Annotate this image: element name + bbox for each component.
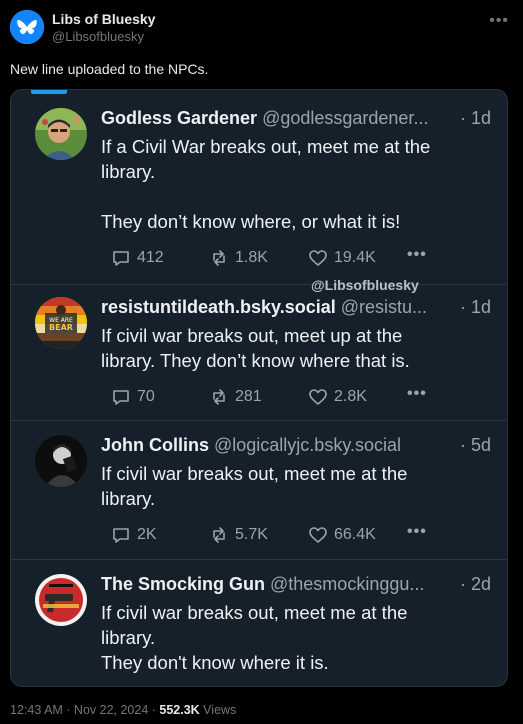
repost-count: 5.7K xyxy=(235,526,268,543)
handle[interactable]: @thesmockinggu... xyxy=(265,574,424,594)
reply-count: 412 xyxy=(137,249,164,266)
views-count: 552.3K xyxy=(159,703,200,717)
action-bar: 2K 5.7K 66.4K ••• xyxy=(101,523,431,545)
avatar[interactable] xyxy=(35,435,87,487)
avatar[interactable] xyxy=(35,108,87,160)
repost-icon xyxy=(213,389,225,405)
handle[interactable]: @resistu... xyxy=(336,297,427,317)
post-timestamp[interactable]: 12:43 AM · Nov 22, 2024 · xyxy=(10,703,159,717)
more-icon[interactable]: ••• xyxy=(407,385,427,403)
avatar-bear-icon: WE ARE BEAR xyxy=(35,297,87,349)
reply-button[interactable]: 2K xyxy=(111,525,157,545)
list-item: The Smocking Gun @thesmockinggu... · 2d … xyxy=(11,560,507,686)
post-body: If civil war breaks out, meet up at the … xyxy=(101,323,487,373)
repost-icon xyxy=(213,527,225,543)
more-icon[interactable]: ••• xyxy=(407,523,427,541)
action-bar: 70 281 2.8K ••• xyxy=(101,385,431,407)
list-item: John Collins @logicallyjc.bsky.social · … xyxy=(11,421,507,560)
like-count: 2.8K xyxy=(334,388,367,405)
post-text: New line uploaded to the NPCs. xyxy=(10,61,209,77)
repost-button[interactable]: 281 xyxy=(209,387,262,407)
avatar[interactable]: WE ARE BEAR xyxy=(35,297,87,349)
text-line: library. They don’t know where that is. xyxy=(101,350,410,371)
post-body: If civil war breaks out, meet me at the … xyxy=(101,461,487,511)
heart-icon xyxy=(309,527,327,543)
reply-icon xyxy=(113,251,129,266)
post-body: If civil war breaks out, meet me at the … xyxy=(101,600,487,675)
text-line: If civil war breaks out, meet up at the xyxy=(101,325,403,346)
display-name[interactable]: The Smocking Gun xyxy=(101,574,265,594)
reply-button[interactable]: 70 xyxy=(111,387,155,407)
repost-button[interactable]: 1.8K xyxy=(209,248,268,268)
post-meta: 12:43 AM · Nov 22, 2024 · 552.3K Views xyxy=(10,703,236,717)
repost-button[interactable]: 5.7K xyxy=(209,525,268,545)
repost-icon xyxy=(213,250,225,266)
reply-icon xyxy=(113,528,129,543)
post-header: Libs of Bluesky @Libsofbluesky ••• xyxy=(10,8,513,48)
avatar-gun-icon xyxy=(35,574,87,626)
avatar[interactable] xyxy=(10,10,44,44)
reply-icon xyxy=(113,390,129,405)
action-bar: 412 1.8K 19.4K ••• xyxy=(101,246,431,268)
like-button[interactable]: 2.8K xyxy=(308,387,367,407)
text-line: If civil war breaks out, meet me at the xyxy=(101,602,408,623)
repost-count: 1.8K xyxy=(235,249,268,266)
timestamp: · 1d xyxy=(455,297,491,318)
more-icon[interactable]: ••• xyxy=(489,12,509,30)
embedded-image[interactable]: Godless Gardener @godlessgardener... · 1… xyxy=(10,89,508,687)
display-name[interactable]: resistuntildeath.bsky.social xyxy=(101,297,336,317)
list-item: Godless Gardener @godlessgardener... · 1… xyxy=(11,90,507,285)
text-line: library. xyxy=(101,161,156,182)
butterfly-icon xyxy=(10,10,44,44)
text-line: They don't know where it is. xyxy=(101,652,329,673)
text-line: library. xyxy=(101,488,156,509)
post-body: If a Civil War breaks out, meet me at th… xyxy=(101,134,487,234)
author-handle[interactable]: @Libsofbluesky xyxy=(52,29,144,44)
like-count: 19.4K xyxy=(334,249,376,266)
handle[interactable]: @logicallyjc.bsky.social xyxy=(209,435,401,455)
avatar-photo-icon xyxy=(35,108,87,160)
like-button[interactable]: 66.4K xyxy=(308,525,376,545)
views-label: Views xyxy=(199,703,237,717)
avatar[interactable] xyxy=(35,574,87,626)
more-icon[interactable]: ••• xyxy=(407,246,427,264)
display-name[interactable]: Godless Gardener xyxy=(101,108,257,128)
text-line: They don’t know where, or what it is! xyxy=(101,211,401,232)
author-name[interactable]: Libs of Bluesky xyxy=(52,11,155,27)
text-line: If a Civil War breaks out, meet me at th… xyxy=(101,136,431,157)
like-count: 66.4K xyxy=(334,526,376,543)
timestamp: · 1d xyxy=(455,108,491,129)
timestamp: · 5d xyxy=(455,435,491,456)
text-line-blank xyxy=(101,184,487,209)
reply-button[interactable]: 412 xyxy=(111,248,164,268)
reply-count: 2K xyxy=(137,526,157,543)
list-item: WE ARE BEAR resistuntildeath.bsky.social… xyxy=(11,285,507,421)
heart-icon xyxy=(309,250,327,266)
display-name[interactable]: John Collins xyxy=(101,435,209,455)
timestamp: · 2d xyxy=(455,574,491,595)
like-button[interactable]: 19.4K xyxy=(308,248,376,268)
repost-count: 281 xyxy=(235,388,262,405)
avatar-text-2: BEAR xyxy=(49,323,73,332)
text-line: If civil war breaks out, meet me at the xyxy=(101,463,408,484)
avatar-silhouette-icon xyxy=(35,435,87,487)
text-line: library. xyxy=(101,627,156,648)
heart-icon xyxy=(309,389,327,405)
reply-count: 70 xyxy=(137,388,155,405)
handle[interactable]: @godlessgardener... xyxy=(257,108,428,128)
